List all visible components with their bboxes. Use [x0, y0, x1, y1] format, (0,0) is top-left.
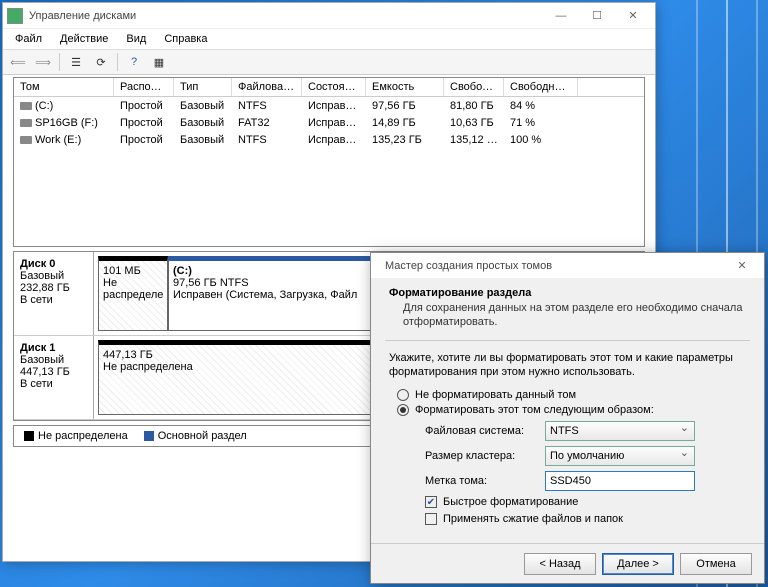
col-freepct[interactable]: Свободно %: [504, 78, 578, 96]
maximize-button[interactable]: ☐: [579, 5, 615, 27]
menu-view[interactable]: Вид: [118, 31, 154, 47]
legend-unallocated-label: Не распределена: [38, 430, 128, 442]
checkbox-icon: ✔: [425, 496, 437, 508]
main-titlebar[interactable]: Управление дисками — ☐ ✕: [3, 3, 655, 29]
volume-list-header: Том Располо... Тип Файловая с... Состоян…: [14, 78, 644, 97]
legend-unallocated-swatch: [24, 431, 34, 441]
cluster-select[interactable]: По умолчанию: [545, 446, 695, 466]
radio-no-format[interactable]: Не форматировать данный том: [397, 389, 746, 401]
col-fs[interactable]: Файловая с...: [232, 78, 302, 96]
volume-label-label: Метка тома:: [425, 475, 545, 487]
quick-format-label: Быстрое форматирование: [443, 496, 578, 508]
radio-do-format-label: Форматировать этот том следующим образом…: [415, 404, 654, 416]
radio-do-format[interactable]: Форматировать этот том следующим образом…: [397, 404, 746, 416]
volume-icon: [20, 119, 32, 127]
col-type[interactable]: Тип: [174, 78, 232, 96]
col-free[interactable]: Свобод...: [444, 78, 504, 96]
back-icon[interactable]: ⟸: [7, 52, 29, 72]
partition[interactable]: 101 МБНе распределе: [98, 256, 168, 331]
radio-icon: [397, 404, 409, 416]
radio-no-format-label: Не форматировать данный том: [415, 389, 576, 401]
wizard-close-button[interactable]: ✕: [724, 255, 760, 277]
forward-icon[interactable]: ⟹: [32, 52, 54, 72]
toolbar: ⟸ ⟹ ☰ ⟳ ? ▦: [3, 49, 655, 75]
quick-format-checkbox[interactable]: ✔ Быстрое форматирование: [425, 496, 746, 508]
radio-icon: [397, 389, 409, 401]
volume-icon: [20, 136, 32, 144]
back-button[interactable]: < Назад: [524, 553, 596, 575]
compression-checkbox[interactable]: Применять сжатие файлов и папок: [425, 513, 746, 525]
menu-file[interactable]: Файл: [7, 31, 50, 47]
menubar: Файл Действие Вид Справка: [3, 29, 655, 49]
wizard-title: Мастер создания простых томов: [385, 260, 724, 272]
menu-help[interactable]: Справка: [156, 31, 215, 47]
col-volume[interactable]: Том: [14, 78, 114, 96]
partition[interactable]: 447,13 ГБНе распределена: [98, 340, 408, 415]
wizard-window: Мастер создания простых томов ✕ Форматир…: [370, 252, 765, 584]
legend-primary-label: Основной раздел: [158, 430, 247, 442]
col-capacity[interactable]: Емкость: [366, 78, 444, 96]
menu-action[interactable]: Действие: [52, 31, 116, 47]
cancel-button[interactable]: Отмена: [680, 553, 752, 575]
wizard-subheading: Для сохранения данных на этом разделе ег…: [403, 301, 746, 330]
view-top-icon[interactable]: ☰: [65, 52, 87, 72]
checkbox-icon: [425, 513, 437, 525]
col-status[interactable]: Состояние: [302, 78, 366, 96]
window-title: Управление дисками: [29, 10, 543, 22]
wizard-prompt: Укажите, хотите ли вы форматировать этот…: [389, 351, 746, 380]
compression-label: Применять сжатие файлов и папок: [443, 513, 623, 525]
table-row[interactable]: SP16GB (F:)ПростойБазовыйFAT32Исправен..…: [14, 114, 644, 131]
filesystem-select[interactable]: NTFS: [545, 421, 695, 441]
view-bottom-icon[interactable]: ▦: [148, 52, 170, 72]
next-button[interactable]: Далее >: [602, 553, 674, 575]
minimize-button[interactable]: —: [543, 5, 579, 27]
col-layout[interactable]: Располо...: [114, 78, 174, 96]
refresh-icon[interactable]: ⟳: [90, 52, 112, 72]
wizard-titlebar[interactable]: Мастер создания простых томов ✕: [371, 253, 764, 279]
wizard-heading: Форматирование раздела: [389, 287, 746, 299]
table-row[interactable]: (C:)ПростойБазовыйNTFSИсправен...97,56 Г…: [14, 97, 644, 114]
help-icon[interactable]: ?: [123, 52, 145, 72]
app-icon: [7, 8, 23, 24]
volume-icon: [20, 102, 32, 110]
disk-label: Диск 1Базовый447,13 ГБВ сети: [14, 336, 94, 419]
disk-label: Диск 0Базовый232,88 ГБВ сети: [14, 252, 94, 335]
close-button[interactable]: ✕: [615, 5, 651, 27]
filesystem-label: Файловая система:: [425, 425, 545, 437]
volume-list[interactable]: Том Располо... Тип Файловая с... Состоян…: [13, 77, 645, 247]
cluster-label: Размер кластера:: [425, 450, 545, 462]
table-row[interactable]: Work (E:)ПростойБазовыйNTFSИсправен...13…: [14, 131, 644, 148]
legend-primary-swatch: [144, 431, 154, 441]
volume-label-input[interactable]: [545, 471, 695, 491]
